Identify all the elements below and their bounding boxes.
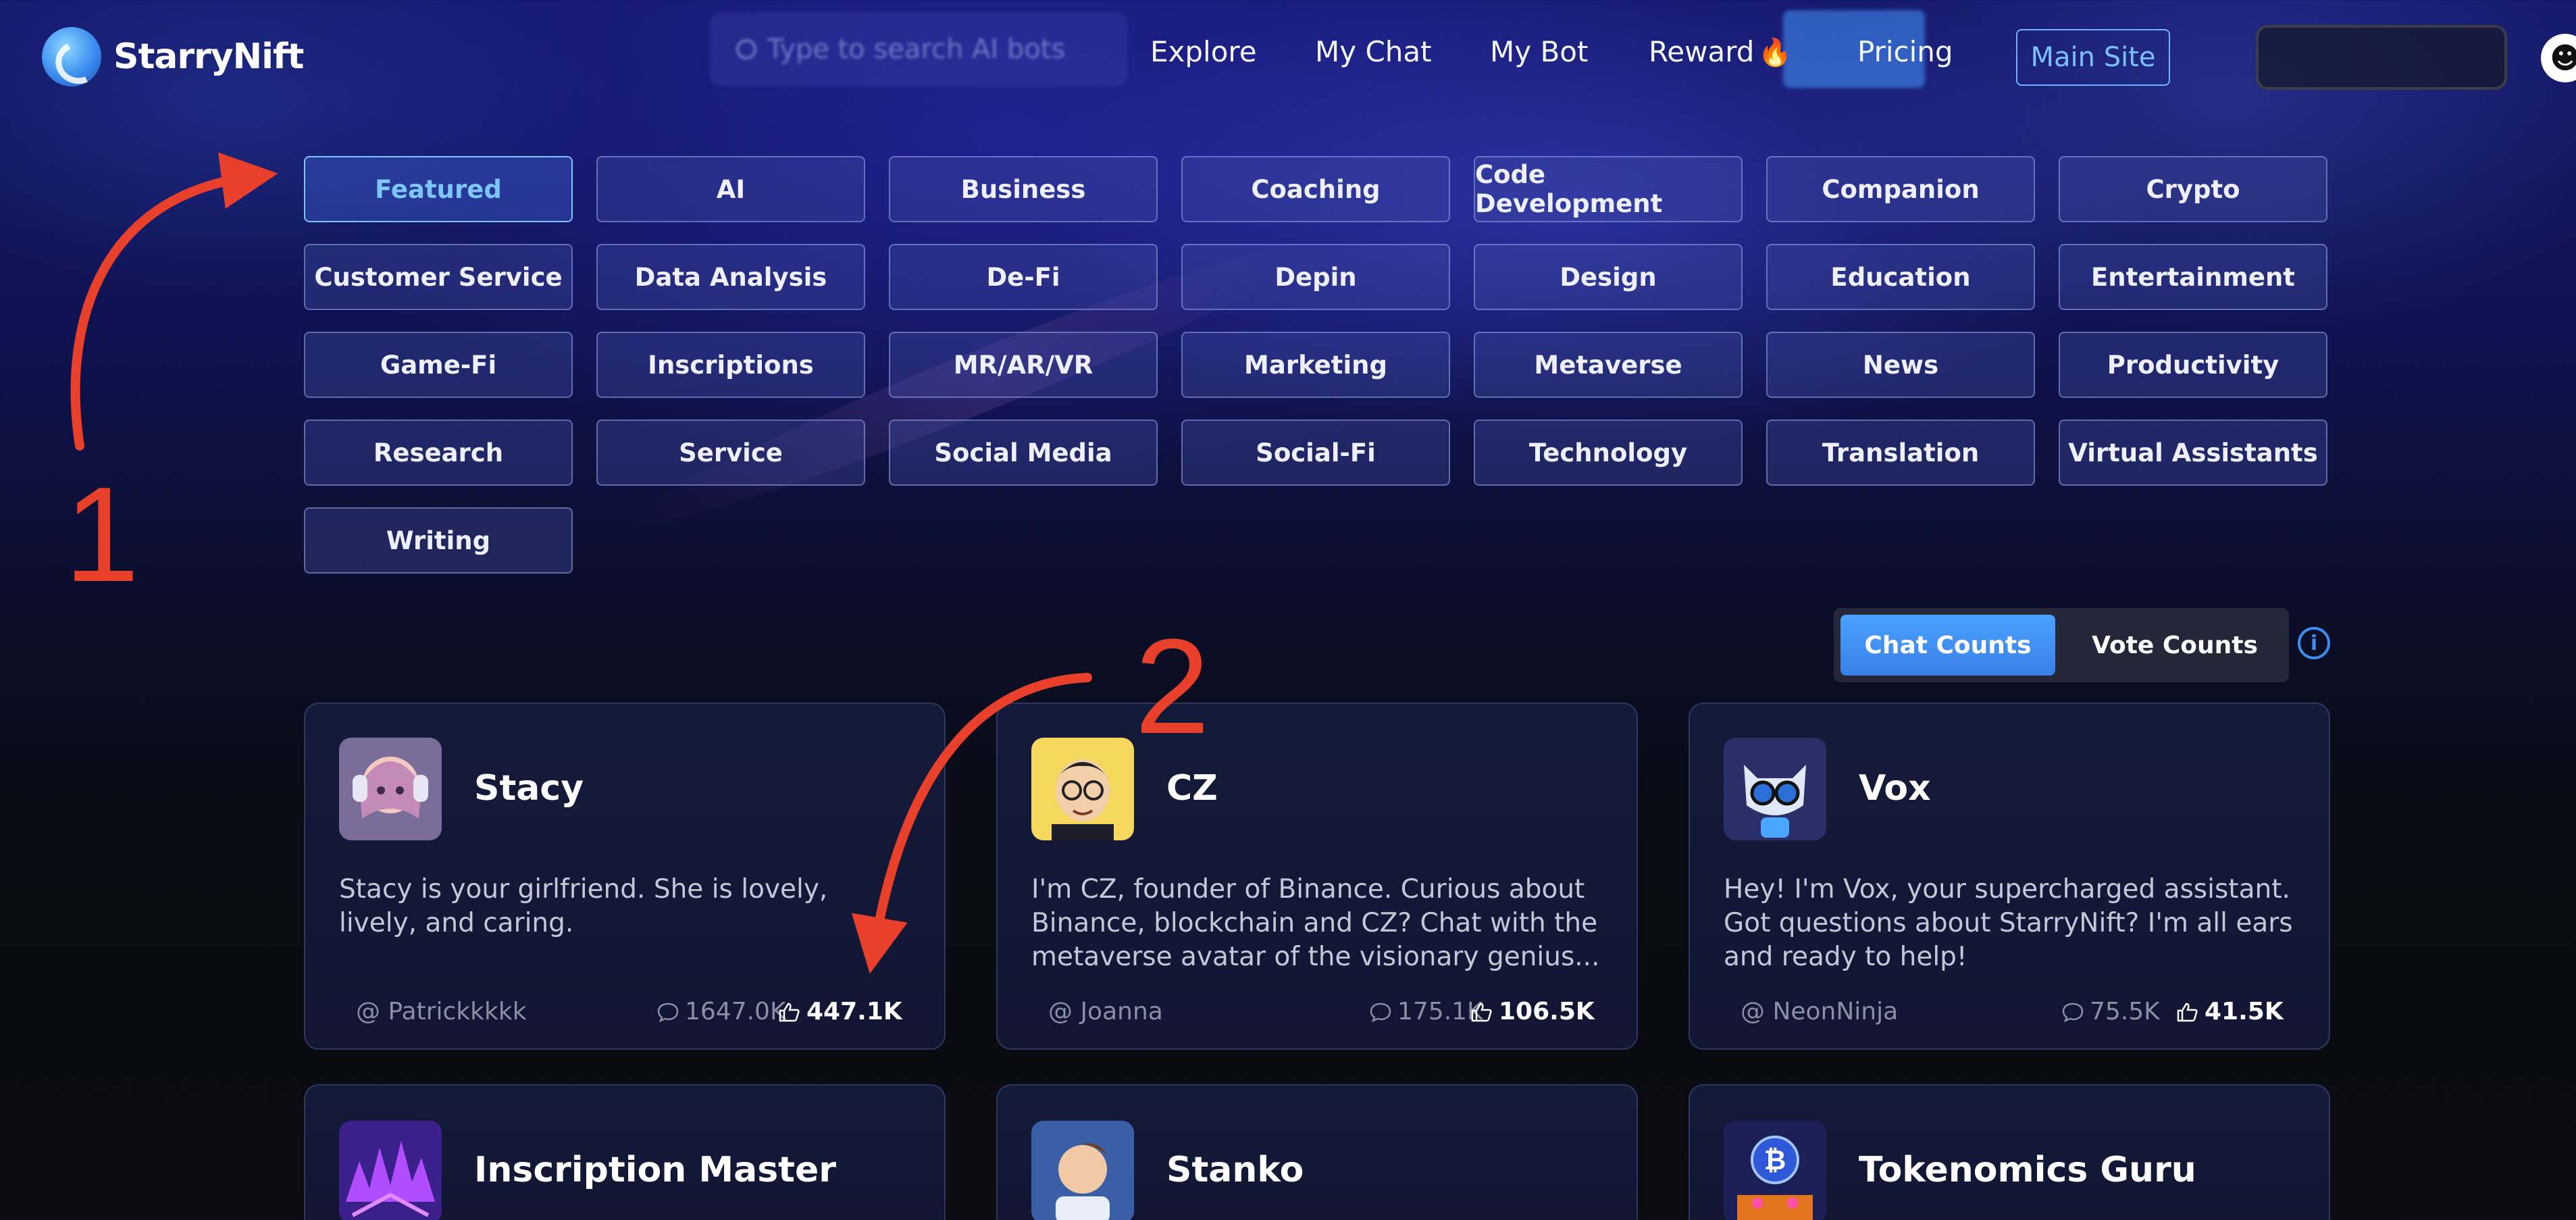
nav-pricing[interactable]: Pricing	[1857, 35, 1953, 68]
category-tag-inscriptions[interactable]: Inscriptions	[596, 332, 865, 398]
category-tag-news[interactable]: News	[1766, 332, 2035, 398]
category-tag-productivity[interactable]: Productivity	[2059, 332, 2327, 398]
card-name: Vox	[1859, 768, 1931, 809]
card-footer: @ NeonNinja 75.5K 41.5K	[1724, 994, 2298, 1035]
category-tag-translation[interactable]: Translation	[1766, 420, 2035, 486]
bot-card-stacy[interactable]: Stacy Stacy is your girlfriend. She is l…	[304, 703, 946, 1050]
user-avatar[interactable]: ☻	[2541, 34, 2576, 82]
annotation-number-1: 1	[64, 459, 139, 610]
starrynift-logo-icon	[42, 27, 101, 86]
category-tag-marketing[interactable]: Marketing	[1181, 332, 1450, 398]
thumbs-up-icon	[779, 1002, 800, 1022]
chat-count: 175.1K	[1369, 998, 1483, 1025]
connect-wallet-button[interactable]	[2256, 25, 2507, 90]
bot-card-vox[interactable]: Vox Hey! I'm Vox, your supercharged assi…	[1689, 703, 2330, 1050]
vote-count[interactable]: 106.5K	[1470, 998, 1595, 1025]
cz-avatar	[1031, 738, 1134, 840]
vote-count[interactable]: 447.1K	[778, 998, 902, 1025]
card-name: Stanko	[1166, 1150, 1304, 1190]
nav-my-bot[interactable]: My Bot	[1490, 35, 1588, 68]
thumbs-up-icon	[1471, 1002, 1492, 1022]
category-tag-depin[interactable]: Depin	[1181, 244, 1450, 310]
vox-avatar	[1724, 738, 1826, 840]
card-description: Stacy is your girlfriend. She is lovely,…	[339, 874, 828, 938]
category-tag-grid: Featured AI Business Coaching Code Developme…	[304, 156, 2327, 574]
svg-text:₿: ₿	[1764, 1145, 1786, 1176]
card-name: Inscription Master	[474, 1150, 836, 1190]
category-tag-technology[interactable]: Technology	[1474, 420, 1743, 486]
brand-logo[interactable]: StarryNift	[42, 27, 304, 86]
vote-count-value: 447.1K	[806, 998, 902, 1025]
info-icon[interactable]: i	[2298, 627, 2330, 659]
vote-count-value: 41.5K	[2205, 998, 2284, 1025]
bot-card-inscription-master[interactable]: Inscription Master	[304, 1084, 946, 1220]
category-tag-data-analysis[interactable]: Data Analysis	[596, 244, 865, 310]
category-tag-service[interactable]: Service	[596, 420, 865, 486]
chat-count-value: 1647.0K	[685, 998, 786, 1025]
chat-counts-toggle[interactable]: Chat Counts	[1840, 615, 2055, 676]
bot-card-stanko[interactable]: Stanko	[996, 1084, 1638, 1220]
nav-reward-label: Reward	[1649, 35, 1755, 68]
brand-name: StarryNift	[113, 36, 304, 77]
category-tag-game-fi[interactable]: Game-Fi	[304, 332, 573, 398]
chat-count: 75.5K	[2061, 998, 2160, 1025]
category-tag-writing[interactable]: Writing	[304, 507, 573, 574]
chat-bubble-icon	[2062, 1002, 2084, 1022]
category-tag-mr-ar-vr[interactable]: MR/AR/VR	[889, 332, 1158, 398]
thumbs-up-icon	[2177, 1002, 2198, 1022]
tokenomics-guru-avatar: ₿	[1724, 1121, 1826, 1220]
category-tag-code-development[interactable]: Code Development	[1474, 156, 1743, 222]
search-bar[interactable]: Type to search AI bots	[709, 12, 1128, 86]
category-tag-social-media[interactable]: Social Media	[889, 420, 1158, 486]
card-name: Stacy	[474, 768, 584, 809]
card-author[interactable]: @ Patrickkkkk	[356, 998, 527, 1025]
vote-counts-toggle[interactable]: Vote Counts	[2067, 615, 2283, 676]
nav-my-chat[interactable]: My Chat	[1315, 35, 1432, 68]
card-footer: @ Joanna 175.1K 106.5K	[1031, 994, 1605, 1035]
search-placeholder: Type to search AI bots	[767, 34, 1066, 65]
category-tag-ai[interactable]: AI	[596, 156, 865, 222]
sort-toggle: Chat Counts Vote Counts	[1834, 608, 2289, 682]
inscription-master-avatar	[339, 1121, 442, 1220]
stanko-avatar	[1031, 1121, 1134, 1220]
vote-count[interactable]: 41.5K	[2176, 998, 2284, 1025]
category-tag-metaverse[interactable]: Metaverse	[1474, 332, 1743, 398]
category-tag-featured[interactable]: Featured	[304, 156, 573, 222]
category-tag-research[interactable]: Research	[304, 420, 573, 486]
category-tag-business[interactable]: Business	[889, 156, 1158, 222]
chat-bubble-icon	[657, 1002, 679, 1022]
category-tag-social-fi[interactable]: Social-Fi	[1181, 420, 1450, 486]
card-name: Tokenomics Guru	[1859, 1150, 2196, 1190]
card-description: Hey! I'm Vox, your supercharged assistan…	[1724, 874, 2293, 972]
search-icon	[736, 39, 756, 59]
chat-count-value: 75.5K	[2090, 998, 2160, 1025]
category-tag-entertainment[interactable]: Entertainment	[2059, 244, 2327, 310]
vote-count-value: 106.5K	[1499, 998, 1595, 1025]
category-tag-crypto[interactable]: Crypto	[2059, 156, 2327, 222]
main-site-button[interactable]: Main Site	[2016, 29, 2170, 86]
fire-icon: 🔥	[1758, 37, 1793, 68]
nav-explore[interactable]: Explore	[1150, 35, 1257, 68]
category-tag-companion[interactable]: Companion	[1766, 156, 2035, 222]
category-tag-virtual-assistants[interactable]: Virtual Assistants	[2059, 420, 2327, 486]
category-tag-design[interactable]: Design	[1474, 244, 1743, 310]
annotation-arrow-1	[70, 152, 278, 451]
category-tag-customer-service[interactable]: Customer Service	[304, 244, 573, 310]
user-avatar-icon: ☻	[2550, 41, 2576, 76]
stacy-avatar	[339, 738, 442, 840]
card-author[interactable]: @ NeonNinja	[1741, 998, 1898, 1025]
category-tag-de-fi[interactable]: De-Fi	[889, 244, 1158, 310]
card-description: I'm CZ, founder of Binance. Curious abou…	[1031, 874, 1600, 972]
card-name: CZ	[1166, 768, 1218, 809]
nav-reward[interactable]: Reward 🔥	[1649, 35, 1792, 68]
chat-count: 1647.0K	[656, 998, 786, 1025]
card-author[interactable]: @ Joanna	[1048, 998, 1163, 1025]
category-tag-education[interactable]: Education	[1766, 244, 2035, 310]
chat-bubble-icon	[1370, 1002, 1391, 1022]
card-footer: @ Patrickkkkk 1647.0K 447.1K	[339, 994, 913, 1035]
bot-card-cz[interactable]: CZ I'm CZ, founder of Binance. Curious a…	[996, 703, 1638, 1050]
category-tag-coaching[interactable]: Coaching	[1181, 156, 1450, 222]
bot-card-tokenomics-guru[interactable]: ₿ Tokenomics Guru	[1689, 1084, 2330, 1220]
